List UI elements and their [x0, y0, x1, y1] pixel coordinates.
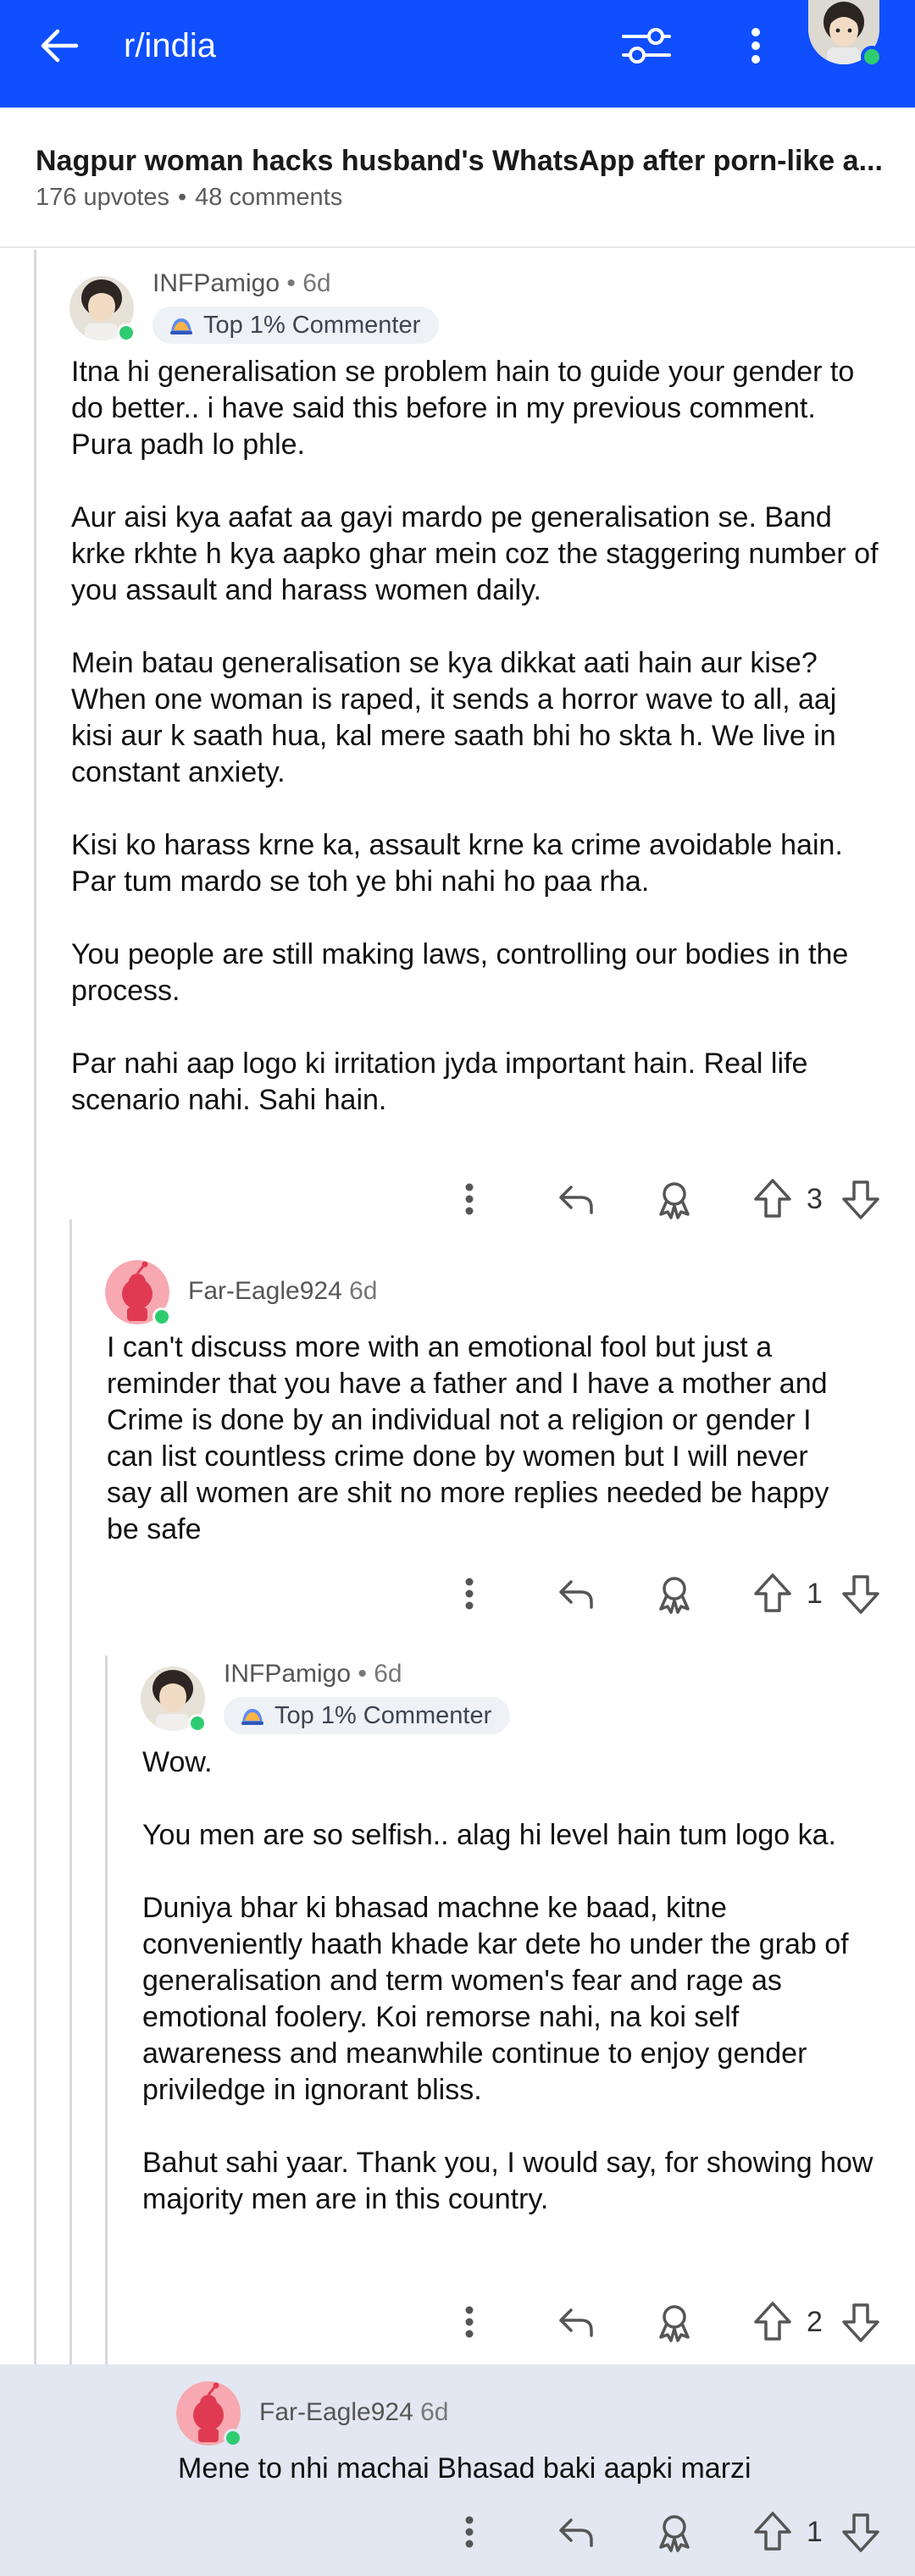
comment-paragraph: You men are so selfish.. alag hi level h… — [142, 1819, 837, 1851]
comment-username[interactable]: INFPamigo — [224, 1660, 351, 1688]
comment-body[interactable]: Wow. You men are so selfish.. alag hi le… — [142, 1744, 884, 2218]
award-icon[interactable] — [651, 2297, 698, 2347]
upvote-icon[interactable] — [749, 1568, 796, 1619]
comment-username[interactable]: Far-Eagle924 — [259, 2398, 413, 2426]
vote-count: 1 — [807, 1578, 823, 1610]
comment-body[interactable]: Itna hi generalisation se problem hain t… — [71, 354, 884, 1119]
comment-meta: INFPamigo • 6d — [152, 269, 331, 298]
vote-count: 1 — [807, 2516, 823, 2548]
top-app-bar: r/india — [0, 0, 915, 108]
comment-actions: 1 — [0, 2507, 915, 2557]
more-vertical-icon[interactable] — [446, 1174, 493, 1224]
comment-paragraph: Itna hi generalisation se problem hain t… — [71, 356, 855, 461]
reply-icon[interactable] — [552, 2297, 600, 2347]
reply-icon[interactable] — [552, 1174, 600, 1224]
comment-paragraph: Bahut sahi yaar. Thank you, I would say,… — [142, 2147, 873, 2215]
thread-rail-level-1[interactable] — [34, 250, 36, 2576]
upvote-count: 176 upvotes — [36, 184, 170, 211]
badge-label: Top 1% Commenter — [203, 312, 421, 339]
award-icon[interactable] — [651, 1568, 698, 1619]
back-arrow-icon[interactable] — [34, 20, 85, 71]
comment-paragraph: Kisi ko harass krne ka, assault krne ka … — [71, 829, 843, 898]
upvote-icon[interactable] — [749, 2297, 796, 2347]
comment-paragraph: I can't discuss more with an emotional f… — [107, 1331, 829, 1545]
upvote-icon[interactable] — [749, 2507, 796, 2557]
more-vertical-icon[interactable] — [446, 2297, 493, 2347]
reply-icon[interactable] — [552, 2507, 600, 2557]
comment-body[interactable]: Mene to nhi machai Bhasad baki aapki mar… — [178, 2451, 881, 2487]
post-meta: 176 upvotes • 48 comments — [36, 184, 342, 212]
vote-count: 3 — [807, 1183, 823, 1215]
badge-label: Top 1% Commenter — [274, 1702, 492, 1729]
comment-meta: INFPamigo • 6d — [224, 1660, 402, 1689]
downvote-icon[interactable] — [837, 1174, 884, 1224]
online-status-dot — [861, 46, 883, 68]
online-status-dot — [117, 323, 136, 342]
post-header[interactable]: Nagpur woman hacks husband's WhatsApp af… — [0, 108, 915, 248]
vote-count: 2 — [807, 2306, 823, 2338]
downvote-icon[interactable] — [837, 2507, 884, 2557]
online-status-dot — [188, 1714, 207, 1733]
top-commenter-badge[interactable]: Top 1% Commenter — [152, 307, 440, 344]
comment-actions: 3 — [0, 1174, 915, 1224]
comment-count: 48 comments — [195, 184, 343, 211]
comment-paragraph: Wow. — [142, 1746, 213, 1778]
comment-body[interactable]: I can't discuss more with an emotional f… — [107, 1329, 852, 1548]
commenter-badge-icon — [241, 1709, 263, 1725]
comment-age: • 6d — [358, 1660, 402, 1688]
comment-meta: Far-Eagle924 6d — [188, 1277, 378, 1306]
more-vertical-icon[interactable] — [446, 2507, 493, 2557]
comment-actions: 2 — [0, 2297, 915, 2347]
comment-paragraph: Mene to nhi machai Bhasad baki aapki mar… — [178, 2452, 751, 2485]
post-title[interactable]: Nagpur woman hacks husband's WhatsApp af… — [36, 145, 883, 178]
comment-age: • 6d — [286, 269, 331, 297]
upvote-icon[interactable] — [749, 1174, 796, 1224]
meta-separator: • — [178, 184, 187, 211]
top-commenter-badge[interactable]: Top 1% Commenter — [224, 1697, 511, 1734]
award-icon[interactable] — [651, 2507, 698, 2557]
comment-username[interactable]: Far-Eagle924 — [188, 1277, 342, 1305]
comment-paragraph: Mein batau generalisation se kya dikkat … — [71, 647, 837, 788]
comment-age: 6d — [349, 1277, 378, 1305]
filter-icon[interactable] — [620, 22, 673, 69]
comment-paragraph: Aur aisi kya aafat aa gayi mardo pe gene… — [71, 501, 879, 606]
more-vertical-icon[interactable] — [446, 1568, 493, 1619]
commenter-badge-icon — [170, 318, 192, 334]
comment-username[interactable]: INFPamigo — [152, 269, 280, 297]
downvote-icon[interactable] — [837, 1568, 884, 1619]
more-vertical-icon[interactable] — [739, 20, 773, 71]
comment-paragraph: Duniya bhar ki bhasad machne ke baad, ki… — [142, 1892, 849, 2106]
comment-meta: Far-Eagle924 6d — [259, 2398, 449, 2427]
comment-paragraph: You people are still making laws, contro… — [71, 938, 849, 1007]
online-status-dot — [224, 2429, 242, 2447]
reply-icon[interactable] — [552, 1568, 600, 1619]
downvote-icon[interactable] — [837, 2297, 884, 2347]
award-icon[interactable] — [651, 1174, 698, 1224]
online-status-dot — [152, 1307, 171, 1326]
comment-age: 6d — [420, 2398, 449, 2426]
comment-paragraph: Par nahi aap logo ki irritation jyda imp… — [71, 1048, 808, 1116]
subreddit-name[interactable]: r/india — [124, 24, 216, 68]
comment-actions: 1 — [0, 1568, 915, 1619]
